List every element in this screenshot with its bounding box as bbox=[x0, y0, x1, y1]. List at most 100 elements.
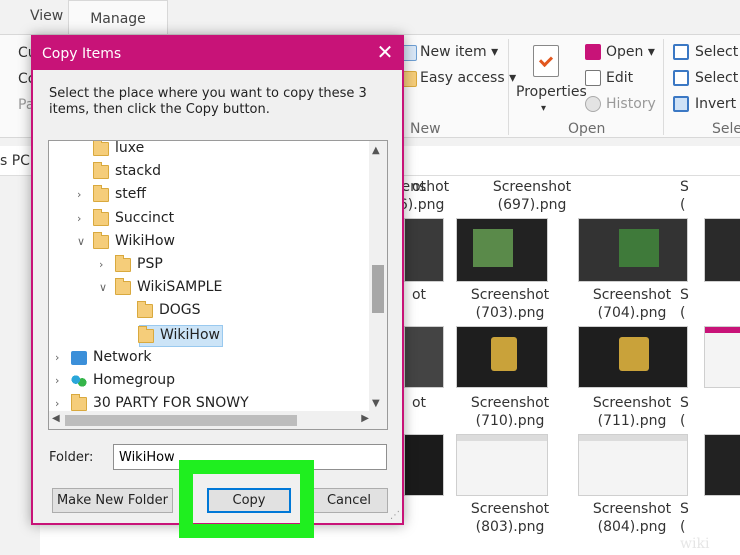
tree-item[interactable]: › Succinct bbox=[49, 208, 369, 231]
wikihow-watermark: wikiHow bbox=[680, 536, 740, 552]
dialog-titlebar[interactable]: Copy Items ✕ bbox=[33, 37, 402, 70]
tree-item[interactable]: › steff bbox=[49, 185, 369, 207]
file-thumbnail[interactable] bbox=[404, 434, 444, 496]
expand-chevron-icon[interactable]: › bbox=[77, 212, 81, 225]
easy-access-button[interactable]: Easy access ▾ bbox=[420, 70, 516, 86]
tree-item[interactable]: › PSP bbox=[49, 255, 369, 277]
history-button[interactable]: History bbox=[606, 96, 656, 112]
expand-chevron-icon[interactable]: › bbox=[99, 258, 103, 271]
vertical-scrollbar[interactable]: ▲ ▼ bbox=[369, 141, 387, 411]
file-thumbnail[interactable] bbox=[456, 434, 548, 496]
folder-icon bbox=[138, 325, 154, 343]
ribbon-separator bbox=[508, 39, 509, 135]
file-name[interactable]: Screenshot (803).png bbox=[450, 500, 570, 536]
folder-icon bbox=[93, 208, 109, 226]
file-thumbnail[interactable] bbox=[704, 434, 740, 496]
select-group-label: Selec bbox=[712, 121, 740, 137]
cancel-button[interactable]: Cancel bbox=[310, 488, 388, 513]
folder-icon bbox=[93, 162, 109, 180]
tree-item[interactable]: ∨ WikiHow bbox=[49, 231, 369, 254]
tree-item-label: 30 PARTY FOR SNOWY bbox=[93, 395, 249, 412]
file-thumbnail[interactable] bbox=[704, 218, 740, 282]
close-icon[interactable]: ✕ bbox=[368, 37, 402, 70]
invert-selection-button[interactable]: Invert se bbox=[695, 96, 740, 112]
tree-item[interactable]: WikiHow bbox=[138, 324, 223, 347]
scroll-right-icon[interactable]: ▶ bbox=[361, 413, 369, 424]
file-thumbnail[interactable] bbox=[404, 218, 444, 282]
tab-manage[interactable]: Manage bbox=[68, 0, 168, 36]
file-thumbnail[interactable] bbox=[456, 218, 548, 282]
file-thumbnail[interactable] bbox=[404, 326, 444, 388]
properties-dropdown-icon[interactable]: ▾ bbox=[541, 103, 546, 114]
horizontal-scrollbar[interactable]: ◀ ▶ bbox=[49, 411, 371, 429]
file-name[interactable]: S ( bbox=[680, 286, 740, 322]
tree-item[interactable]: › Network bbox=[49, 348, 369, 370]
tree-item-label: Succinct bbox=[115, 209, 175, 226]
file-name[interactable]: Screenshot (711).png bbox=[572, 394, 692, 430]
horizontal-scroll-thumb[interactable] bbox=[65, 415, 297, 426]
tree-item-label: WikiSAMPLE bbox=[137, 279, 223, 296]
tree-item-label: DOGS bbox=[159, 302, 201, 319]
tree-item[interactable]: DOGS bbox=[49, 301, 369, 323]
tree-item-label: Homegroup bbox=[93, 372, 176, 388]
tree-item-label: WikiHow bbox=[160, 326, 220, 343]
file-name[interactable]: Screenshot (710).png bbox=[450, 394, 570, 430]
file-thumbnail[interactable] bbox=[578, 434, 688, 496]
file-name[interactable]: Screenshot (697).png bbox=[472, 178, 592, 214]
tab-view[interactable]: View bbox=[30, 8, 63, 24]
resize-grip-icon[interactable]: ⋰ bbox=[390, 510, 400, 521]
folder-label: Folder: bbox=[49, 450, 94, 465]
tree-item[interactable]: ∨ WikiSAMPLE bbox=[49, 278, 369, 300]
scrollbar-corner bbox=[369, 411, 387, 429]
file-thumbnail[interactable] bbox=[704, 326, 740, 388]
copy-items-dialog: Copy Items ✕ Select the place where you … bbox=[31, 35, 404, 525]
ribbon-separator bbox=[663, 39, 664, 135]
file-name[interactable]: Screenshot (804).png bbox=[572, 500, 692, 536]
expand-chevron-icon[interactable]: › bbox=[55, 374, 59, 387]
expand-chevron-icon[interactable]: › bbox=[55, 351, 59, 364]
open-icon bbox=[585, 44, 601, 60]
file-thumbnail[interactable] bbox=[578, 326, 688, 388]
expand-chevron-icon[interactable]: › bbox=[55, 397, 59, 410]
tree-item[interactable]: stackd bbox=[49, 162, 369, 184]
select-all-button[interactable]: Select a bbox=[695, 44, 740, 60]
file-thumbnail[interactable] bbox=[578, 218, 688, 282]
network-icon bbox=[71, 350, 87, 365]
address-text: s PC bbox=[0, 153, 30, 169]
folder-icon bbox=[93, 185, 109, 203]
select-none-button[interactable]: Select n bbox=[695, 70, 740, 86]
expand-chevron-icon[interactable]: › bbox=[77, 188, 81, 201]
homegroup-icon bbox=[71, 374, 87, 388]
collapse-chevron-icon[interactable]: ∨ bbox=[99, 281, 107, 294]
file-name[interactable]: Screenshot (704).png bbox=[572, 286, 692, 322]
properties-icon bbox=[533, 45, 559, 77]
file-name[interactable]: S ( bbox=[680, 178, 740, 214]
make-new-folder-button[interactable]: Make New Folder bbox=[52, 488, 173, 513]
vertical-scroll-thumb[interactable] bbox=[372, 265, 384, 313]
file-name[interactable]: S ( bbox=[680, 500, 740, 536]
new-group-label: New bbox=[410, 121, 441, 137]
properties-button[interactable]: Properties bbox=[516, 84, 587, 100]
new-item-button[interactable]: New item ▾ bbox=[420, 44, 498, 60]
file-thumbnail[interactable] bbox=[456, 326, 548, 388]
dialog-instruction: Select the place where you want to copy … bbox=[49, 86, 367, 117]
collapse-chevron-icon[interactable]: ∨ bbox=[77, 235, 85, 248]
scroll-up-icon[interactable]: ▲ bbox=[372, 145, 380, 156]
file-name[interactable]: S ( bbox=[680, 394, 740, 430]
scroll-left-icon[interactable]: ◀ bbox=[52, 413, 60, 424]
select-all-icon bbox=[673, 44, 689, 60]
folder-icon bbox=[93, 141, 109, 156]
select-none-icon bbox=[673, 70, 689, 86]
dialog-title: Copy Items bbox=[42, 46, 122, 62]
tree-item-label: stackd bbox=[115, 163, 162, 180]
invert-selection-icon bbox=[673, 96, 689, 112]
edit-button[interactable]: Edit bbox=[606, 70, 633, 86]
tree-item[interactable]: luxe bbox=[49, 141, 369, 161]
scroll-down-icon[interactable]: ▼ bbox=[372, 398, 380, 409]
file-name[interactable]: Screenshot (703).png bbox=[450, 286, 570, 322]
edit-icon bbox=[585, 70, 601, 86]
tree-item[interactable]: › Homegroup bbox=[49, 371, 369, 393]
folder-icon bbox=[71, 394, 87, 412]
open-button[interactable]: Open ▾ bbox=[606, 44, 655, 60]
folder-tree[interactable]: luxe stackd › steff › Succinct ∨ WikiHow › PSP ∨ Wi… bbox=[48, 140, 388, 430]
